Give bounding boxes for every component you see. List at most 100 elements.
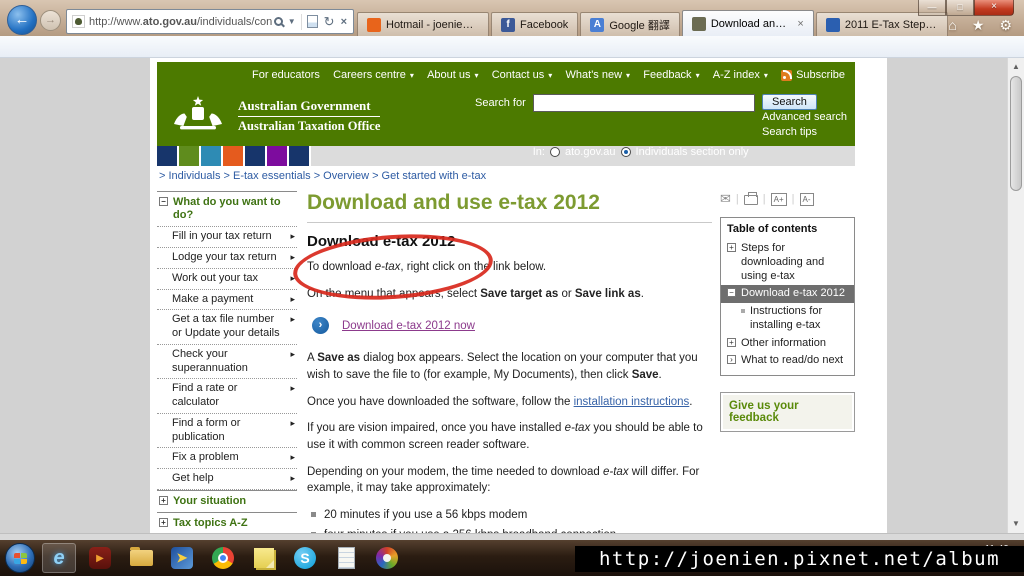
header-nav-item[interactable]: For educators <box>252 69 320 81</box>
advanced-search-link[interactable]: Advanced search <box>762 110 847 125</box>
sidebar-link[interactable]: Find a form or publication ▸ <box>157 414 297 449</box>
search-input[interactable] <box>532 94 755 112</box>
taskbar-notepad-icon[interactable] <box>329 543 363 573</box>
toc-item[interactable]: Instructions for installing e-tax <box>727 303 848 335</box>
paragraph: To download e-tax, right click on the li… <box>307 261 547 273</box>
chevron-right-icon: ▸ <box>290 417 295 428</box>
taskbar-app-icon[interactable]: ➤ <box>165 543 199 573</box>
favorites-star-icon[interactable]: ★ <box>972 17 985 34</box>
feedback-button[interactable]: Give us your feedback <box>720 392 855 432</box>
tab-close-icon[interactable]: × <box>797 18 803 30</box>
scroll-up-arrow[interactable]: ▲ <box>1008 59 1024 75</box>
section-tab[interactable] <box>157 146 177 166</box>
search-tips-link[interactable]: Search tips <box>762 125 847 140</box>
taskbar-internet-explorer-icon[interactable]: e <box>42 543 76 573</box>
header-nav-item[interactable]: About us ▾ <box>427 69 478 81</box>
vertical-scrollbar[interactable]: ▲ ▼ <box>1007 58 1024 540</box>
compatibility-view-icon[interactable] <box>306 15 318 28</box>
sidebar-link[interactable]: Fix a problem ▸ <box>157 448 297 470</box>
window-bottom-edge <box>0 533 1024 540</box>
taskbar-chrome-icon[interactable] <box>206 543 240 573</box>
close-button[interactable]: × <box>974 0 1014 16</box>
download-etax-link[interactable]: Download e-tax 2012 now <box>342 320 475 332</box>
expand-icon[interactable]: + <box>159 495 168 505</box>
email-icon[interactable]: ✉ <box>720 191 731 207</box>
home-icon[interactable]: ⌂ <box>948 17 956 34</box>
scroll-down-arrow[interactable]: ▼ <box>1008 516 1024 532</box>
section-tab[interactable] <box>201 146 221 166</box>
expand-icon[interactable]: − <box>727 288 736 298</box>
window-controls: — □ × <box>918 0 1014 16</box>
toc-item[interactable]: + Other information <box>727 335 848 353</box>
text-larger-icon[interactable]: A+ <box>770 192 787 206</box>
print-icon[interactable] <box>743 192 758 205</box>
page-tools: ✉ | | A+ | A- <box>720 191 855 207</box>
refresh-icon[interactable]: ↻ <box>324 14 335 30</box>
sidebar-link[interactable]: Get help ▸ <box>157 469 297 490</box>
expand-icon[interactable]: + <box>727 243 736 252</box>
taskbar-skype-icon[interactable]: S <box>288 543 322 573</box>
expand-icon[interactable]: + <box>159 518 168 528</box>
toc-item[interactable]: − Download e-tax 2012 <box>721 285 854 303</box>
toc-item[interactable]: › What to read/do next <box>727 352 848 370</box>
sidebar-section[interactable]: + Tax topics A-Z <box>157 512 297 534</box>
section-tab[interactable] <box>179 146 199 166</box>
stop-icon[interactable]: × <box>341 16 347 28</box>
start-button[interactable] <box>5 543 35 573</box>
tab-ato-download[interactable]: Download and use ... × <box>681 10 814 36</box>
scrollbar-thumb[interactable] <box>1010 76 1022 191</box>
sidebar-link[interactable]: Lodge your tax return ▸ <box>157 248 297 269</box>
sidebar-link[interactable]: Get a tax file number or Update your det… <box>157 310 297 345</box>
chevron-down-icon: ▾ <box>548 70 553 80</box>
sidebar-link[interactable]: Find a rate or calculator ▸ <box>157 379 297 414</box>
taskbar-sticky-notes-icon[interactable] <box>247 543 281 573</box>
table-of-contents: Table of contents + Steps for downloadin… <box>720 217 855 376</box>
search-icon[interactable] <box>273 17 283 26</box>
header-nav-item[interactable]: Contact us ▾ <box>492 69 553 81</box>
breadcrumb[interactable]: > Individuals > E-tax essentials > Overv… <box>157 166 855 188</box>
tab-facebook[interactable]: f Facebook <box>491 12 579 36</box>
tools-gear-icon[interactable]: ⚙ <box>999 17 1012 34</box>
forward-button[interactable]: → <box>40 10 61 31</box>
address-dropdown-icon[interactable]: ▼ <box>288 17 296 26</box>
section-tab[interactable] <box>289 146 309 166</box>
taskbar-media-player-icon[interactable]: ▶ <box>83 543 117 573</box>
radio-ato-gov-au[interactable] <box>549 146 560 157</box>
toc-item[interactable]: + Steps for downloading and using e-tax <box>727 240 848 285</box>
url-text[interactable]: http://www.ato.gov.au/individuals/conten… <box>89 16 272 28</box>
sidebar-section-what-to-do[interactable]: − What do you want to do? <box>157 191 297 228</box>
back-button[interactable]: ← <box>7 5 37 35</box>
section-tab[interactable] <box>267 146 287 166</box>
tab-favicon <box>825 17 840 32</box>
collapse-icon[interactable]: − <box>159 197 168 206</box>
sidebar-link[interactable]: Make a payment ▸ <box>157 290 297 311</box>
sidebar-link[interactable]: Work out your tax ▸ <box>157 269 297 290</box>
radio-individuals-only[interactable] <box>620 146 631 157</box>
header-nav-item[interactable]: Feedback ▾ <box>643 69 699 81</box>
sidebar-link[interactable]: Check your superannuation ▸ <box>157 345 297 380</box>
chevron-right-icon: ▸ <box>290 231 295 242</box>
search-button[interactable]: Search <box>762 94 817 110</box>
tab-google-translate[interactable]: A Google 翻譯 <box>580 12 680 36</box>
text-smaller-icon[interactable]: A- <box>799 192 814 206</box>
header-nav-item[interactable]: Careers centre ▾ <box>333 69 414 81</box>
tab-hotmail[interactable]: Hotmail - joenien@ho... <box>357 12 489 36</box>
search-label: Search for <box>475 97 526 109</box>
chevron-right-icon: ▸ <box>290 348 295 359</box>
header-utility-nav: For educators Careers centre ▾ About us … <box>252 69 845 81</box>
header-nav-item[interactable]: A-Z index ▾ <box>713 69 768 81</box>
sidebar-section[interactable]: + Your situation <box>157 489 297 512</box>
sidebar-link[interactable]: Fill in your tax return ▸ <box>157 227 297 249</box>
taskbar-paint-icon[interactable] <box>370 543 404 573</box>
subscribe-link[interactable]: Subscribe <box>781 69 845 81</box>
expand-icon[interactable]: + <box>727 337 736 347</box>
expand-icon[interactable]: › <box>727 355 736 365</box>
header-nav-item[interactable]: What's new ▾ <box>566 69 631 81</box>
address-bar[interactable]: http://www.ato.gov.au/individuals/conten… <box>66 9 354 34</box>
section-tab[interactable] <box>223 146 243 166</box>
taskbar-folder-icon[interactable] <box>124 543 158 573</box>
minimize-button[interactable]: — <box>918 0 946 16</box>
section-tab[interactable] <box>245 146 265 166</box>
site-logo[interactable]: Australian Government Australian Taxatio… <box>167 95 381 136</box>
maximize-button[interactable]: □ <box>946 0 974 16</box>
